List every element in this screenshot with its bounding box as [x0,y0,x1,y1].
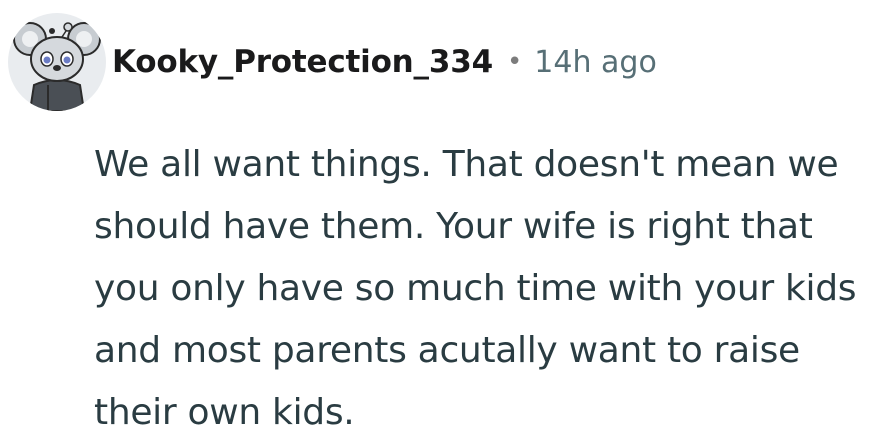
comment: Kooky_Protection_334 • 14h ago We all wa… [0,0,878,436]
separator-dot: • [506,47,523,77]
avatar[interactable] [8,13,106,111]
comment-body: We all want things. That doesn't mean we… [94,144,857,433]
comment-header: Kooky_Protection_334 • 14h ago [8,12,657,112]
timestamp[interactable]: 14h ago [534,45,657,80]
koala-snoo-avatar-icon [13,22,101,111]
username[interactable]: Kooky_Protection_334 [112,44,493,80]
